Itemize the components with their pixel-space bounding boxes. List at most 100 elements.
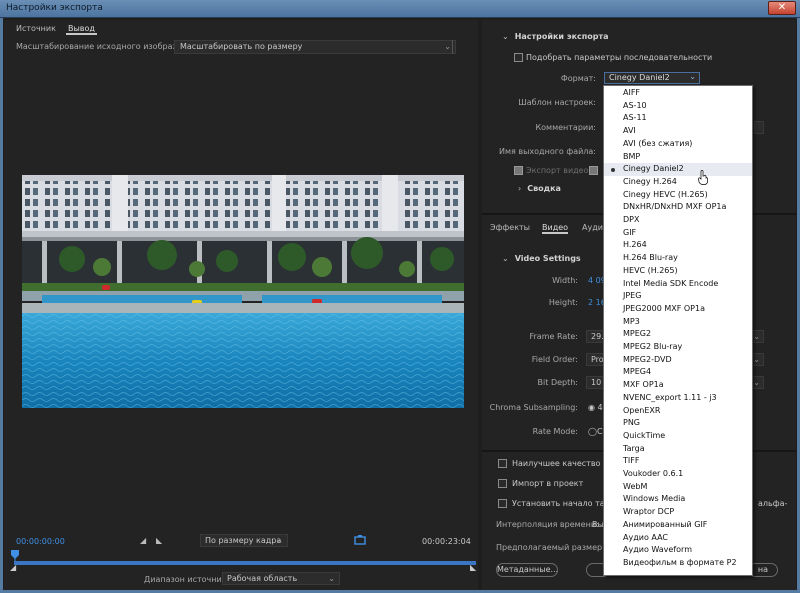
- current-timecode[interactable]: 00:00:00:00: [16, 537, 65, 546]
- max-render-quality-checkbox[interactable]: [498, 459, 507, 468]
- format-option[interactable]: MPEG4: [604, 366, 752, 379]
- format-option[interactable]: PNG: [604, 417, 752, 430]
- format-option[interactable]: H.264: [604, 239, 752, 252]
- format-option[interactable]: Windows Media: [604, 493, 752, 506]
- format-option[interactable]: JPEG: [604, 290, 752, 303]
- export-settings-title: Настройки экспорта: [514, 32, 609, 41]
- format-option[interactable]: Targa: [604, 443, 752, 456]
- format-option-label: MP3: [623, 316, 640, 326]
- video-preview-image: [22, 175, 464, 408]
- summary-header[interactable]: › Сводка: [518, 184, 561, 193]
- chevron-down-icon: ⌄: [276, 536, 283, 545]
- comments-field[interactable]: [754, 121, 764, 134]
- format-option-label: MXF OP1a: [623, 380, 664, 390]
- format-option[interactable]: MXF OP1a: [604, 379, 752, 392]
- work-area-start-icon[interactable]: ◢: [10, 563, 16, 572]
- format-option[interactable]: BMP: [604, 151, 752, 164]
- format-option[interactable]: Аудио AAC: [604, 532, 752, 545]
- divider: [452, 40, 453, 54]
- format-option[interactable]: Видеофильм в формате P2: [604, 557, 752, 570]
- format-option[interactable]: Wraptor DCP: [604, 506, 752, 519]
- format-value: Cinegy Daniel2: [609, 73, 670, 82]
- format-option[interactable]: MPEG2-DVD: [604, 354, 752, 367]
- source-scaling-select[interactable]: Масштабировать по размеру ⌄: [174, 40, 456, 54]
- format-option-label: QuickTime: [623, 430, 666, 440]
- rate-mode-label: Rate Mode:: [532, 427, 578, 436]
- match-sequence-checkbox[interactable]: [514, 53, 523, 62]
- frame-rate-label: Frame Rate:: [529, 332, 578, 341]
- format-option[interactable]: Cinegy H.264: [604, 176, 752, 189]
- format-option[interactable]: Intel Media SDK Encode: [604, 278, 752, 291]
- zoom-fit-value: По размеру кадра: [205, 536, 282, 545]
- video-settings-header[interactable]: ⌄ Video Settings: [502, 254, 581, 263]
- format-option[interactable]: AS-11: [604, 112, 752, 125]
- tab-source[interactable]: Источник: [14, 24, 58, 33]
- duration-timecode: 00:00:23:04: [422, 537, 471, 546]
- format-option[interactable]: MPEG2 Blu-ray: [604, 341, 752, 354]
- format-option-label: MPEG4: [623, 367, 652, 377]
- source-scaling-value: Масштабировать по размеру: [180, 42, 303, 51]
- source-range-select[interactable]: Рабочая область ⌄: [222, 572, 340, 585]
- field-order-label: Field Order:: [531, 355, 578, 364]
- timeline-bar[interactable]: [14, 561, 476, 565]
- import-project-checkbox[interactable]: [498, 479, 507, 488]
- selected-dot-icon: [611, 168, 615, 173]
- format-select[interactable]: Cinegy Daniel2 ⌄: [604, 72, 700, 84]
- format-option[interactable]: Cinegy HEVC (H.265): [604, 189, 752, 202]
- format-option[interactable]: AVI: [604, 125, 752, 138]
- chevron-down-icon: ⌄: [502, 32, 509, 41]
- work-area-end-icon[interactable]: ◣: [470, 563, 476, 572]
- export-frame-icon[interactable]: [354, 534, 366, 546]
- export-video-checkbox[interactable]: [514, 166, 523, 175]
- mark-out-icon[interactable]: ◣: [156, 536, 162, 545]
- format-option-label: AVI: [623, 126, 636, 136]
- format-option-label: Cinegy Daniel2: [623, 164, 684, 174]
- metadata-button[interactable]: Метаданные...: [496, 563, 558, 577]
- render-alpha-label: альфа-: [758, 499, 788, 508]
- format-option-label: H.264: [623, 240, 647, 250]
- chevron-down-icon: ⌄: [502, 254, 509, 263]
- format-option-label: Windows Media: [623, 494, 686, 504]
- format-option[interactable]: Voukoder 0.6.1: [604, 468, 752, 481]
- zoom-fit-select[interactable]: По размеру кадра ⌄: [200, 534, 288, 547]
- format-option[interactable]: HEVC (H.265): [604, 265, 752, 278]
- format-option[interactable]: AVI (без сжатия): [604, 138, 752, 151]
- close-window-button[interactable]: ✕: [768, 1, 796, 15]
- format-dropdown-list[interactable]: AIFF AS-10 AS-11 AVI AVI (без сжатия) BMP Cine…: [603, 85, 753, 576]
- format-option[interactable]: JPEG2000 MXF OP1a: [604, 303, 752, 316]
- format-option[interactable]: H.264 Blu-ray: [604, 252, 752, 265]
- format-option[interactable]: Cinegy Daniel2: [604, 163, 752, 176]
- chevron-down-icon: ⌄: [753, 378, 760, 387]
- rate-mode-value[interactable]: ◯C: [588, 427, 603, 436]
- format-option[interactable]: MPEG2: [604, 328, 752, 341]
- format-option[interactable]: GIF: [604, 227, 752, 240]
- format-option[interactable]: DNxHR/DNxHD MXF OP1a: [604, 201, 752, 214]
- format-option[interactable]: NVENC_export 1.11 - j3: [604, 392, 752, 405]
- bit-depth-label: Bit Depth:: [537, 378, 578, 387]
- summary-title: Сводка: [527, 184, 561, 193]
- format-option[interactable]: Аудио Waveform: [604, 544, 752, 557]
- format-option[interactable]: Анимированный GIF: [604, 519, 752, 532]
- format-option-label: Анимированный GIF: [623, 519, 708, 529]
- export-audio-checkbox[interactable]: [589, 166, 598, 175]
- format-option[interactable]: WebM: [604, 481, 752, 494]
- format-option[interactable]: MP3: [604, 316, 752, 329]
- format-option-label: Intel Media SDK Encode: [623, 278, 719, 288]
- tab-video[interactable]: Видео: [542, 223, 569, 234]
- tab-effects[interactable]: Эффекты: [490, 223, 530, 232]
- format-option-label: OpenEXR: [623, 405, 661, 415]
- tab-output[interactable]: Вывод: [66, 24, 97, 35]
- format-option-label: HEVC (H.265): [623, 265, 678, 275]
- mark-in-icon[interactable]: ◢: [140, 536, 146, 545]
- format-option-label: Cinegy HEVC (H.265): [623, 189, 708, 199]
- format-option[interactable]: OpenEXR: [604, 405, 752, 418]
- export-settings-header[interactable]: ⌄ Настройки экспорта: [502, 32, 609, 41]
- format-option[interactable]: QuickTime: [604, 430, 752, 443]
- format-option[interactable]: TIFF: [604, 455, 752, 468]
- format-option-label: Аудио AAC: [623, 532, 668, 542]
- set-start-timecode-checkbox[interactable]: [498, 499, 507, 508]
- format-option[interactable]: DPX: [604, 214, 752, 227]
- format-option-label: Wraptor DCP: [623, 507, 675, 517]
- format-option[interactable]: AS-10: [604, 100, 752, 113]
- format-option[interactable]: AIFF: [604, 87, 752, 100]
